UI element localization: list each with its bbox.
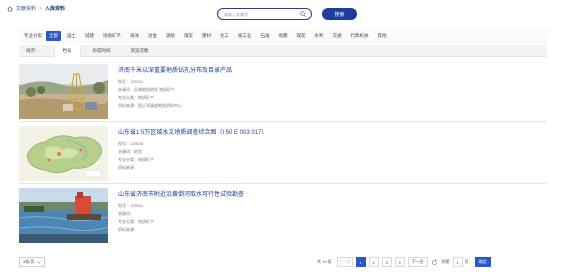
sort-label: 排序： bbox=[26, 47, 40, 53]
category-filter-label: 专业分类 bbox=[24, 33, 42, 38]
category-all[interactable]: 全部 bbox=[46, 31, 61, 41]
category-building-materials[interactable]: 建材 bbox=[199, 31, 214, 41]
divider bbox=[19, 121, 547, 122]
top-bar: 文献资料 > 入库资料 搜索 bbox=[0, 0, 566, 24]
field-label: 档号： bbox=[118, 141, 130, 146]
result-category: 专业分类：地质矿产 bbox=[118, 157, 154, 163]
goto-page-input[interactable] bbox=[452, 257, 463, 267]
field-value: 125532 bbox=[130, 203, 144, 208]
page-button-4[interactable]: 4 bbox=[394, 257, 405, 267]
goto-confirm-button[interactable]: 确定 bbox=[474, 257, 491, 267]
search-input[interactable] bbox=[224, 10, 298, 18]
result-source: 资料来源： bbox=[118, 165, 138, 171]
category-urban-construction[interactable]: 城建 bbox=[82, 31, 97, 41]
goto-label: 到第 bbox=[441, 259, 450, 264]
result-thumbnail-map[interactable] bbox=[19, 126, 108, 181]
chevron-down-icon bbox=[37, 261, 41, 264]
result-title[interactable]: 济南千米以深重要地质钻孔分布及目录产品 bbox=[118, 65, 232, 74]
sort-by-views[interactable]: 浏览次数 bbox=[123, 45, 157, 57]
result-archive-number: 档号：125201 bbox=[118, 79, 143, 85]
breadcrumb-item-current: 入库资料 bbox=[44, 6, 65, 12]
field-value: 地质 bbox=[134, 149, 142, 154]
category-coal[interactable]: 煤炭 bbox=[181, 31, 196, 41]
search-button[interactable]: 搜索 bbox=[322, 8, 357, 20]
result-category: 专业分类：地质矿产 bbox=[118, 95, 154, 101]
category-government[interactable]: 行政机关 bbox=[348, 31, 372, 41]
result-keywords: 关键词： bbox=[118, 211, 134, 217]
category-petroleum[interactable]: 石油 bbox=[258, 31, 273, 41]
result-thumbnail-river[interactable] bbox=[19, 188, 108, 243]
result-category: 专业分类：地质矿产 bbox=[118, 219, 154, 225]
category-transport[interactable]: 交通 bbox=[330, 31, 345, 41]
result-archive-number: 档号：125535 bbox=[118, 141, 143, 147]
result-thumbnail-drilling-rig[interactable] bbox=[19, 64, 108, 119]
category-nuclear[interactable]: 核工业 bbox=[235, 31, 255, 41]
field-label: 关键词： bbox=[118, 149, 134, 154]
pager: 共 19 条 上一页 1 2 3 4 下一页 到第 页 确定 bbox=[317, 257, 491, 267]
category-chemical[interactable]: 化工 bbox=[217, 31, 232, 41]
category-surveying[interactable]: 测绘 bbox=[163, 31, 178, 41]
prev-page-button[interactable]: 上一页 bbox=[336, 257, 353, 267]
category-land[interactable]: 国土 bbox=[64, 31, 79, 41]
breadcrumb-item-documents[interactable]: 文献资料 bbox=[16, 5, 36, 12]
field-label: 资料来源： bbox=[118, 165, 138, 170]
field-label: 专业分类： bbox=[118, 219, 138, 224]
category-coal-2[interactable]: 煤炭 bbox=[294, 31, 309, 41]
field-label: 专业分类： bbox=[118, 157, 138, 162]
page-suffix: 页 bbox=[464, 259, 469, 264]
category-other[interactable]: 其他 bbox=[375, 31, 390, 41]
result-item: 山东省济南市附近沿黄倒河取水可行性试验勘查 档号：125532 关键词： 专业分… bbox=[19, 188, 547, 250]
per-page-select[interactable]: 3条/页 bbox=[19, 257, 45, 267]
breadcrumb: 文献资料 > 入库资料 bbox=[7, 5, 65, 12]
search-box bbox=[217, 8, 312, 20]
divider bbox=[19, 183, 547, 184]
per-page-value: 3条/页 bbox=[23, 259, 35, 264]
refresh-icon[interactable] bbox=[431, 258, 438, 266]
search-icon[interactable] bbox=[300, 11, 306, 17]
field-label: 关键词： bbox=[118, 87, 134, 92]
page-button-2[interactable]: 2 bbox=[368, 257, 379, 267]
result-item: 济南千米以深重要地质钻孔分布及目录产品 档号：125201 关键词：区域地质地质… bbox=[19, 64, 547, 126]
result-title[interactable]: 山东省1:5万区域水文地质调查综合图（I 50 E 003 017） bbox=[118, 127, 267, 136]
result-keywords: 关键词：地质 bbox=[118, 149, 142, 155]
result-archive-number: 档号：125532 bbox=[118, 203, 143, 209]
sort-row: 排序： 档号 形成时间 浏览次数 bbox=[19, 44, 547, 57]
category-metallurgy[interactable]: 冶金 bbox=[145, 31, 160, 41]
result-title[interactable]: 山东省济南市附近沿黄倒河取水可行性试验勘查 bbox=[118, 189, 244, 198]
category-geology-minerals[interactable]: 地质矿产 bbox=[100, 31, 124, 41]
category-earthquake[interactable]: 地震 bbox=[276, 31, 291, 41]
result-keywords: 关键词：区域地质地质 地质矿产 bbox=[118, 87, 175, 93]
result-source: 资料来源： bbox=[118, 227, 138, 233]
result-source: 资料来源：国土资源部地质资料中心 bbox=[118, 103, 182, 109]
field-label: 档号： bbox=[118, 79, 130, 84]
sort-by-archive-number[interactable]: 档号 bbox=[53, 44, 81, 57]
category-filter-row: 专业分类 全部 国土 城建 地质矿产 海洋 冶金 测绘 煤炭 建材 化工 核工业… bbox=[19, 29, 547, 43]
page-button-1[interactable]: 1 bbox=[355, 257, 366, 267]
result-item: 山东省1:5万区域水文地质调查综合图（I 50 E 003 017） 档号：12… bbox=[19, 126, 547, 188]
field-value: 地质矿产 bbox=[138, 157, 154, 162]
total-count: 共 19 条 bbox=[317, 259, 332, 264]
category-water-conservancy[interactable]: 水利 bbox=[312, 31, 327, 41]
field-label: 专业分类： bbox=[118, 95, 138, 100]
field-label: 关键词： bbox=[118, 211, 134, 216]
sort-by-formation-time[interactable]: 形成时间 bbox=[85, 45, 119, 57]
field-label: 资料来源： bbox=[118, 227, 138, 232]
field-value: 125535 bbox=[130, 141, 144, 146]
home-icon[interactable] bbox=[7, 6, 13, 12]
field-label: 档号： bbox=[118, 203, 130, 208]
field-value: 地质矿产 bbox=[138, 95, 154, 100]
field-value: 地质矿产 bbox=[138, 219, 154, 224]
field-value: 125201 bbox=[130, 79, 144, 84]
field-value: 国土资源部地质资料中心 bbox=[138, 103, 182, 108]
pagination-footer: 3条/页 共 19 条 上一页 1 2 3 4 下一页 到第 页 确定 bbox=[0, 256, 566, 270]
page-button-3[interactable]: 3 bbox=[381, 257, 392, 267]
next-page-button[interactable]: 下一页 bbox=[407, 257, 428, 267]
field-label: 资料来源： bbox=[118, 103, 138, 108]
category-ocean[interactable]: 海洋 bbox=[127, 31, 142, 41]
field-value: 区域地质地质 地质矿产 bbox=[134, 87, 176, 92]
breadcrumb-separator: > bbox=[39, 5, 42, 12]
